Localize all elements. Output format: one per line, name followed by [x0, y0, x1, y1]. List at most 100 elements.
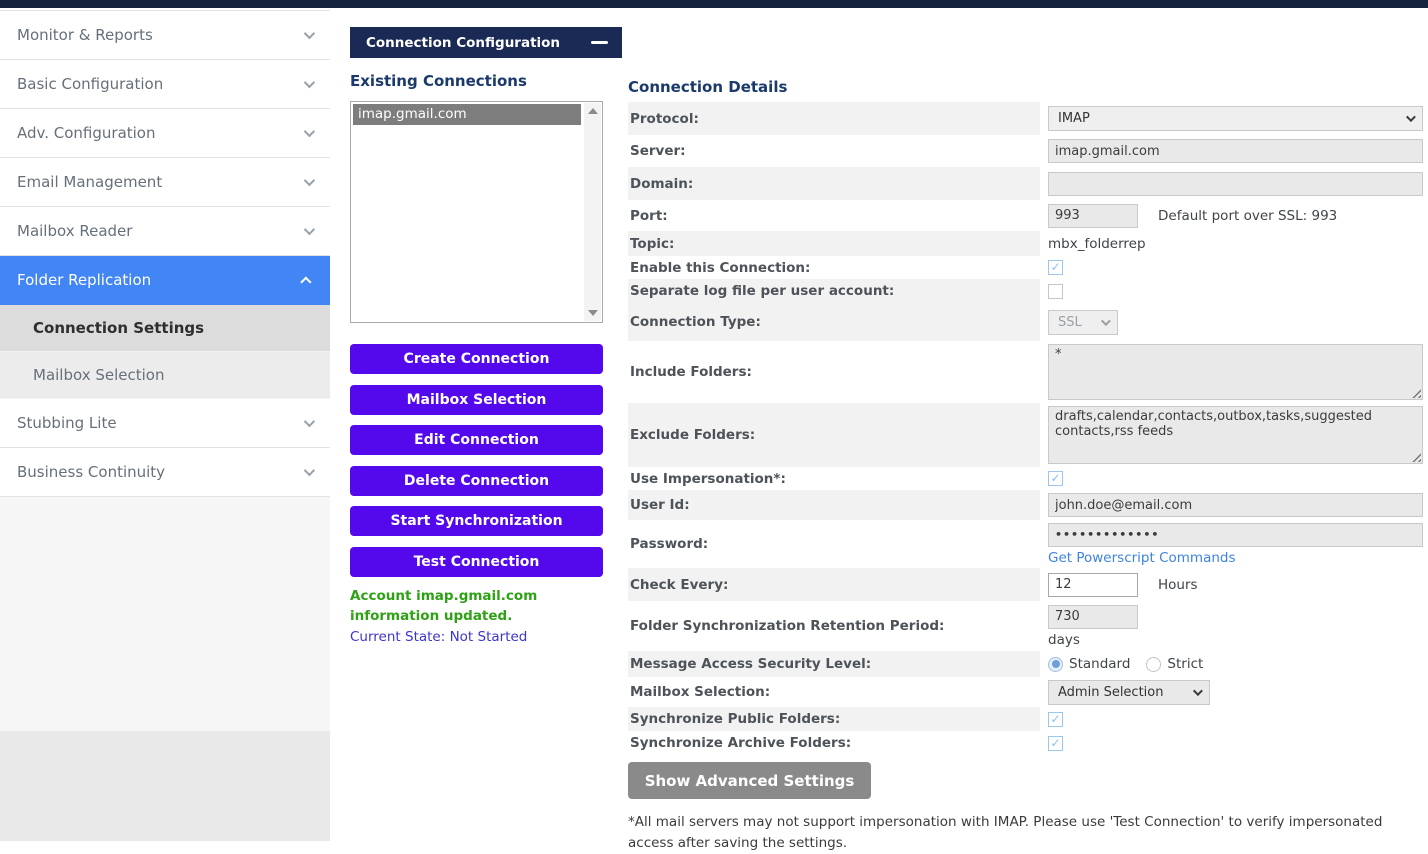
row-server: Server: [628, 135, 1425, 167]
sidebar-item-folder-replication[interactable]: Folder Replication [0, 256, 330, 305]
user-id-input[interactable] [1048, 493, 1423, 517]
password-label: Password: [628, 520, 1040, 568]
sidebar-subitem-mailbox-selection[interactable]: Mailbox Selection [0, 352, 330, 399]
connections-listbox[interactable]: imap.gmail.com [350, 101, 603, 323]
security-standard-radio[interactable] [1048, 657, 1063, 672]
panel-header: Connection Configuration [350, 27, 622, 58]
sidebar-subitem-connection-settings[interactable]: Connection Settings [0, 305, 330, 352]
password-input[interactable] [1048, 523, 1423, 547]
separate-log-checkbox[interactable] [1048, 284, 1063, 299]
retention-period-label: Folder Synchronization Retention Period: [628, 601, 1040, 651]
row-enable-connection: Enable this Connection: [628, 256, 1425, 279]
sidebar-item-label: Folder Replication [17, 271, 151, 289]
list-item[interactable]: imap.gmail.com [353, 104, 581, 125]
start-synchronization-button[interactable]: Start Synchronization [350, 506, 603, 536]
get-powerscript-commands-link[interactable]: Get Powerscript Commands [1048, 550, 1236, 566]
security-level-radio-group: Standard Strict [1048, 656, 1219, 672]
check-every-unit: Hours [1158, 577, 1198, 593]
sidebar-item-business-continuity[interactable]: Business Continuity [0, 448, 330, 497]
protocol-label: Protocol: [628, 102, 1040, 135]
mailbox-selection-select[interactable]: Admin Selection [1048, 680, 1210, 705]
sidebar-item-label: Basic Configuration [17, 75, 163, 93]
show-advanced-settings-button[interactable]: Show Advanced Settings [628, 762, 871, 799]
row-protocol: Protocol: IMAP [628, 102, 1425, 135]
create-connection-button[interactable]: Create Connection [350, 344, 603, 374]
chevron-down-icon [304, 175, 315, 186]
mailbox-selection-button[interactable]: Mailbox Selection [350, 385, 603, 415]
security-strict-radio[interactable] [1146, 657, 1161, 672]
delete-connection-button[interactable]: Delete Connection [350, 466, 603, 496]
chevron-down-icon [304, 465, 315, 476]
row-password: Password: Get Powerscript Commands [628, 520, 1425, 568]
sidebar-footer-area [0, 731, 330, 841]
chevron-up-icon [300, 276, 311, 287]
server-input[interactable] [1048, 139, 1423, 163]
row-domain: Domain: [628, 167, 1425, 200]
sidebar-item-adv-configuration[interactable]: Adv. Configuration [0, 109, 330, 158]
row-include-folders: Include Folders: * [628, 341, 1425, 403]
domain-input[interactable] [1048, 172, 1423, 196]
exclude-folders-textarea[interactable]: drafts,calendar,contacts,outbox,tasks,su… [1048, 406, 1423, 464]
check-every-label: Check Every: [628, 568, 1040, 601]
panel-title: Connection Configuration [366, 35, 560, 51]
check-every-input[interactable] [1048, 573, 1138, 597]
row-sync-archive: Synchronize Archive Folders: [628, 731, 1425, 755]
row-topic: Topic: mbx_folderrep [628, 231, 1425, 256]
sidebar-item-label: Stubbing Lite [17, 414, 117, 432]
listbox-scrollbar[interactable] [584, 103, 601, 321]
security-standard-label: Standard [1069, 656, 1130, 672]
connection-details-heading: Connection Details [628, 78, 1425, 96]
port-input[interactable] [1048, 204, 1138, 228]
row-retention-period: Folder Synchronization Retention Period:… [628, 601, 1425, 651]
protocol-selected-value: IMAP [1058, 111, 1090, 126]
include-folders-label: Include Folders: [628, 341, 1040, 403]
sync-public-checkbox[interactable] [1048, 712, 1063, 727]
sidebar-item-monitor-reports[interactable]: Monitor & Reports [0, 11, 330, 60]
topic-value: mbx_folderrep [1048, 236, 1146, 252]
sidebar-item-email-management[interactable]: Email Management [0, 158, 330, 207]
sidebar-accordion: Monitor & Reports Basic Configuration Ad… [0, 10, 330, 497]
retention-period-input[interactable] [1048, 605, 1138, 629]
sidebar-item-stubbing-lite[interactable]: Stubbing Lite [0, 399, 330, 448]
sidebar: Monitor & Reports Basic Configuration Ad… [0, 8, 330, 841]
row-sync-public: Synchronize Public Folders: [628, 707, 1425, 731]
server-label: Server: [628, 135, 1040, 167]
minimize-icon[interactable] [591, 41, 608, 44]
sidebar-subitem-label: Connection Settings [33, 319, 204, 337]
row-separate-log: Separate log file per user account: [628, 279, 1425, 303]
user-id-label: User Id: [628, 490, 1040, 520]
exclude-folders-label: Exclude Folders: [628, 403, 1040, 467]
action-buttons: Create Connection Mailbox Selection Edit… [350, 344, 603, 577]
test-connection-button[interactable]: Test Connection [350, 547, 603, 577]
row-check-every: Check Every: Hours [628, 568, 1425, 601]
retention-period-unit: days [1048, 632, 1080, 648]
sidebar-filler [0, 497, 330, 731]
connections-column: Existing Connections imap.gmail.com Crea… [350, 72, 603, 649]
sidebar-item-mailbox-reader[interactable]: Mailbox Reader [0, 207, 330, 256]
status-updated-message: Account imap.gmail.com information updat… [350, 586, 603, 628]
sync-archive-label: Synchronize Archive Folders: [628, 731, 1040, 755]
chevron-down-icon [304, 77, 315, 88]
sync-public-label: Synchronize Public Folders: [628, 707, 1040, 731]
mailbox-selection-selected-value: Admin Selection [1058, 685, 1163, 700]
sidebar-item-label: Adv. Configuration [17, 124, 156, 142]
row-use-impersonation: Use Impersonation*: [628, 467, 1425, 490]
scroll-down-icon[interactable] [588, 310, 598, 316]
include-folders-textarea[interactable]: * [1048, 344, 1423, 400]
scroll-up-icon[interactable] [588, 108, 598, 114]
sidebar-subitem-label: Mailbox Selection [33, 366, 164, 384]
row-connection-type: Connection Type: SSL [628, 303, 1425, 341]
sidebar-item-basic-configuration[interactable]: Basic Configuration [0, 60, 330, 109]
security-level-label: Message Access Security Level: [628, 651, 1040, 677]
domain-label: Domain: [628, 167, 1040, 200]
use-impersonation-label: Use Impersonation*: [628, 467, 1040, 490]
top-bar [0, 0, 1428, 8]
sidebar-item-label: Business Continuity [17, 463, 165, 481]
connection-type-select[interactable]: SSL [1048, 310, 1118, 335]
sync-archive-checkbox[interactable] [1048, 736, 1063, 751]
edit-connection-button[interactable]: Edit Connection [350, 425, 603, 455]
row-user-id: User Id: [628, 490, 1425, 520]
use-impersonation-checkbox[interactable] [1048, 471, 1063, 486]
enable-connection-checkbox[interactable] [1048, 260, 1063, 275]
protocol-select[interactable]: IMAP [1048, 106, 1423, 131]
